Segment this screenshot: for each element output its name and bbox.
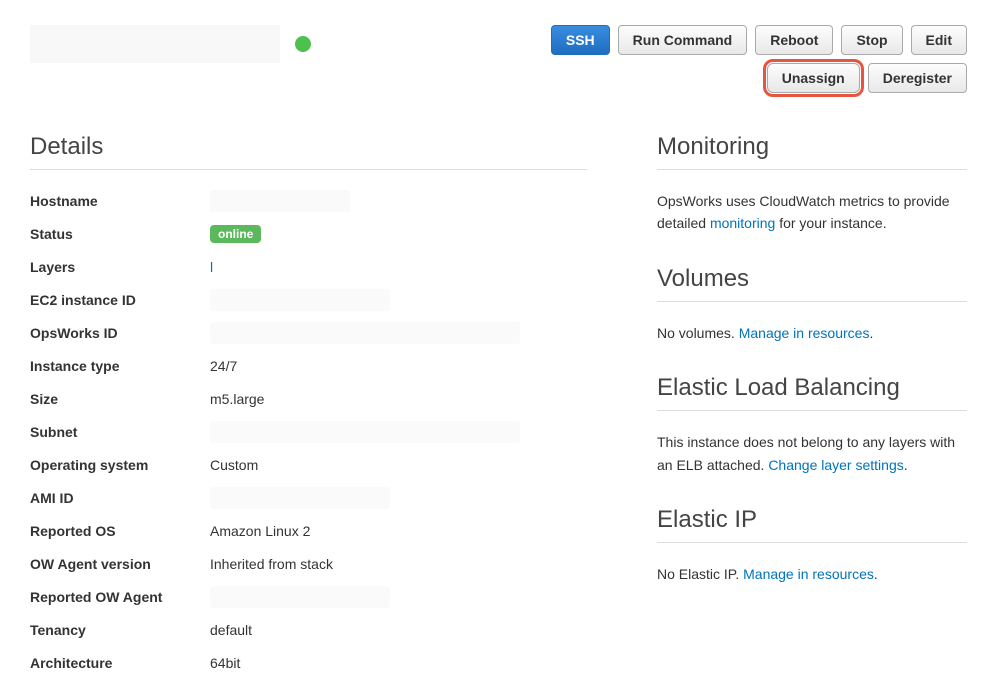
detail-row-ec2-id: EC2 instance ID — [30, 289, 587, 311]
title-area — [30, 25, 311, 63]
action-button-group: SSH Run Command Reboot Stop Edit Unassig… — [477, 25, 967, 93]
text-fragment: No volumes. — [657, 325, 739, 341]
detail-label: Architecture — [30, 655, 210, 671]
ec2-id-value-redacted — [210, 289, 390, 311]
detail-row-layers: Layers l — [30, 256, 587, 278]
status-badge: online — [210, 225, 261, 243]
detail-label: OW Agent version — [30, 556, 210, 572]
monitoring-text: OpsWorks uses CloudWatch metrics to prov… — [657, 190, 967, 235]
eip-manage-link[interactable]: Manage in resources — [743, 566, 874, 582]
instance-type-value: 24/7 — [210, 358, 237, 374]
status-dot-icon — [295, 36, 311, 52]
hostname-value-redacted — [210, 190, 350, 212]
monitoring-link[interactable]: monitoring — [710, 215, 775, 231]
detail-row-reported-os: Reported OS Amazon Linux 2 — [30, 520, 587, 542]
detail-row-size: Size m5.large — [30, 388, 587, 410]
detail-row-ami: AMI ID — [30, 487, 587, 509]
detail-label: Hostname — [30, 193, 210, 209]
layers-link[interactable]: l — [210, 259, 213, 275]
detail-label: Size — [30, 391, 210, 407]
detail-row-instance-type: Instance type 24/7 — [30, 355, 587, 377]
eip-heading: Elastic IP — [657, 506, 967, 543]
volumes-heading: Volumes — [657, 265, 967, 302]
os-value: Custom — [210, 457, 258, 473]
elb-change-link[interactable]: Change layer settings — [768, 457, 903, 473]
text-fragment: No Elastic IP. — [657, 566, 743, 582]
detail-label: Reported OS — [30, 523, 210, 539]
detail-label: Operating system — [30, 457, 210, 473]
detail-row-hostname: Hostname — [30, 190, 587, 212]
monitoring-heading: Monitoring — [657, 133, 967, 170]
reported-ow-value-redacted — [210, 586, 390, 608]
detail-row-architecture: Architecture 64bit — [30, 652, 587, 674]
details-heading: Details — [30, 133, 587, 170]
text-fragment: for your instance. — [775, 215, 886, 231]
text-fragment: . — [869, 325, 873, 341]
details-column: Details Hostname Status online Layers l … — [30, 133, 587, 685]
tenancy-value: default — [210, 622, 252, 638]
size-value: m5.large — [210, 391, 264, 407]
reported-os-value: Amazon Linux 2 — [210, 523, 310, 539]
ami-value-redacted — [210, 487, 390, 509]
header-row: SSH Run Command Reboot Stop Edit Unassig… — [30, 25, 967, 93]
detail-row-reported-ow: Reported OW Agent — [30, 586, 587, 608]
volumes-text: No volumes. Manage in resources. — [657, 322, 967, 344]
detail-row-os: Operating system Custom — [30, 454, 587, 476]
sidebar-column: Monitoring OpsWorks uses CloudWatch metr… — [657, 133, 967, 685]
detail-row-status: Status online — [30, 223, 587, 245]
opsworks-id-value-redacted — [210, 322, 520, 344]
run-command-button[interactable]: Run Command — [618, 25, 748, 55]
detail-row-subnet: Subnet — [30, 421, 587, 443]
detail-row-opsworks-id: OpsWorks ID — [30, 322, 587, 344]
ssh-button[interactable]: SSH — [551, 25, 610, 55]
detail-label: AMI ID — [30, 490, 210, 506]
detail-label: Subnet — [30, 424, 210, 440]
instance-name-redacted — [30, 25, 280, 63]
detail-row-ow-agent: OW Agent version Inherited from stack — [30, 553, 587, 575]
content-columns: Details Hostname Status online Layers l … — [30, 133, 967, 685]
detail-row-tenancy: Tenancy default — [30, 619, 587, 641]
detail-label: Layers — [30, 259, 210, 275]
detail-label: EC2 instance ID — [30, 292, 210, 308]
detail-label: Reported OW Agent — [30, 589, 210, 605]
text-fragment: . — [874, 566, 878, 582]
detail-label: Instance type — [30, 358, 210, 374]
volumes-manage-link[interactable]: Manage in resources — [739, 325, 870, 341]
eip-text: No Elastic IP. Manage in resources. — [657, 563, 967, 585]
elb-text: This instance does not belong to any lay… — [657, 431, 967, 476]
stop-button[interactable]: Stop — [841, 25, 902, 55]
architecture-value: 64bit — [210, 655, 240, 671]
detail-label: Tenancy — [30, 622, 210, 638]
text-fragment: . — [904, 457, 908, 473]
edit-button[interactable]: Edit — [911, 25, 967, 55]
details-table: Hostname Status online Layers l EC2 inst… — [30, 190, 587, 674]
ow-agent-value: Inherited from stack — [210, 556, 333, 572]
unassign-button[interactable]: Unassign — [767, 63, 860, 93]
subnet-value-redacted — [210, 421, 520, 443]
reboot-button[interactable]: Reboot — [755, 25, 833, 55]
elb-heading: Elastic Load Balancing — [657, 374, 967, 411]
detail-label: Status — [30, 226, 210, 242]
deregister-button[interactable]: Deregister — [868, 63, 967, 93]
detail-label: OpsWorks ID — [30, 325, 210, 341]
